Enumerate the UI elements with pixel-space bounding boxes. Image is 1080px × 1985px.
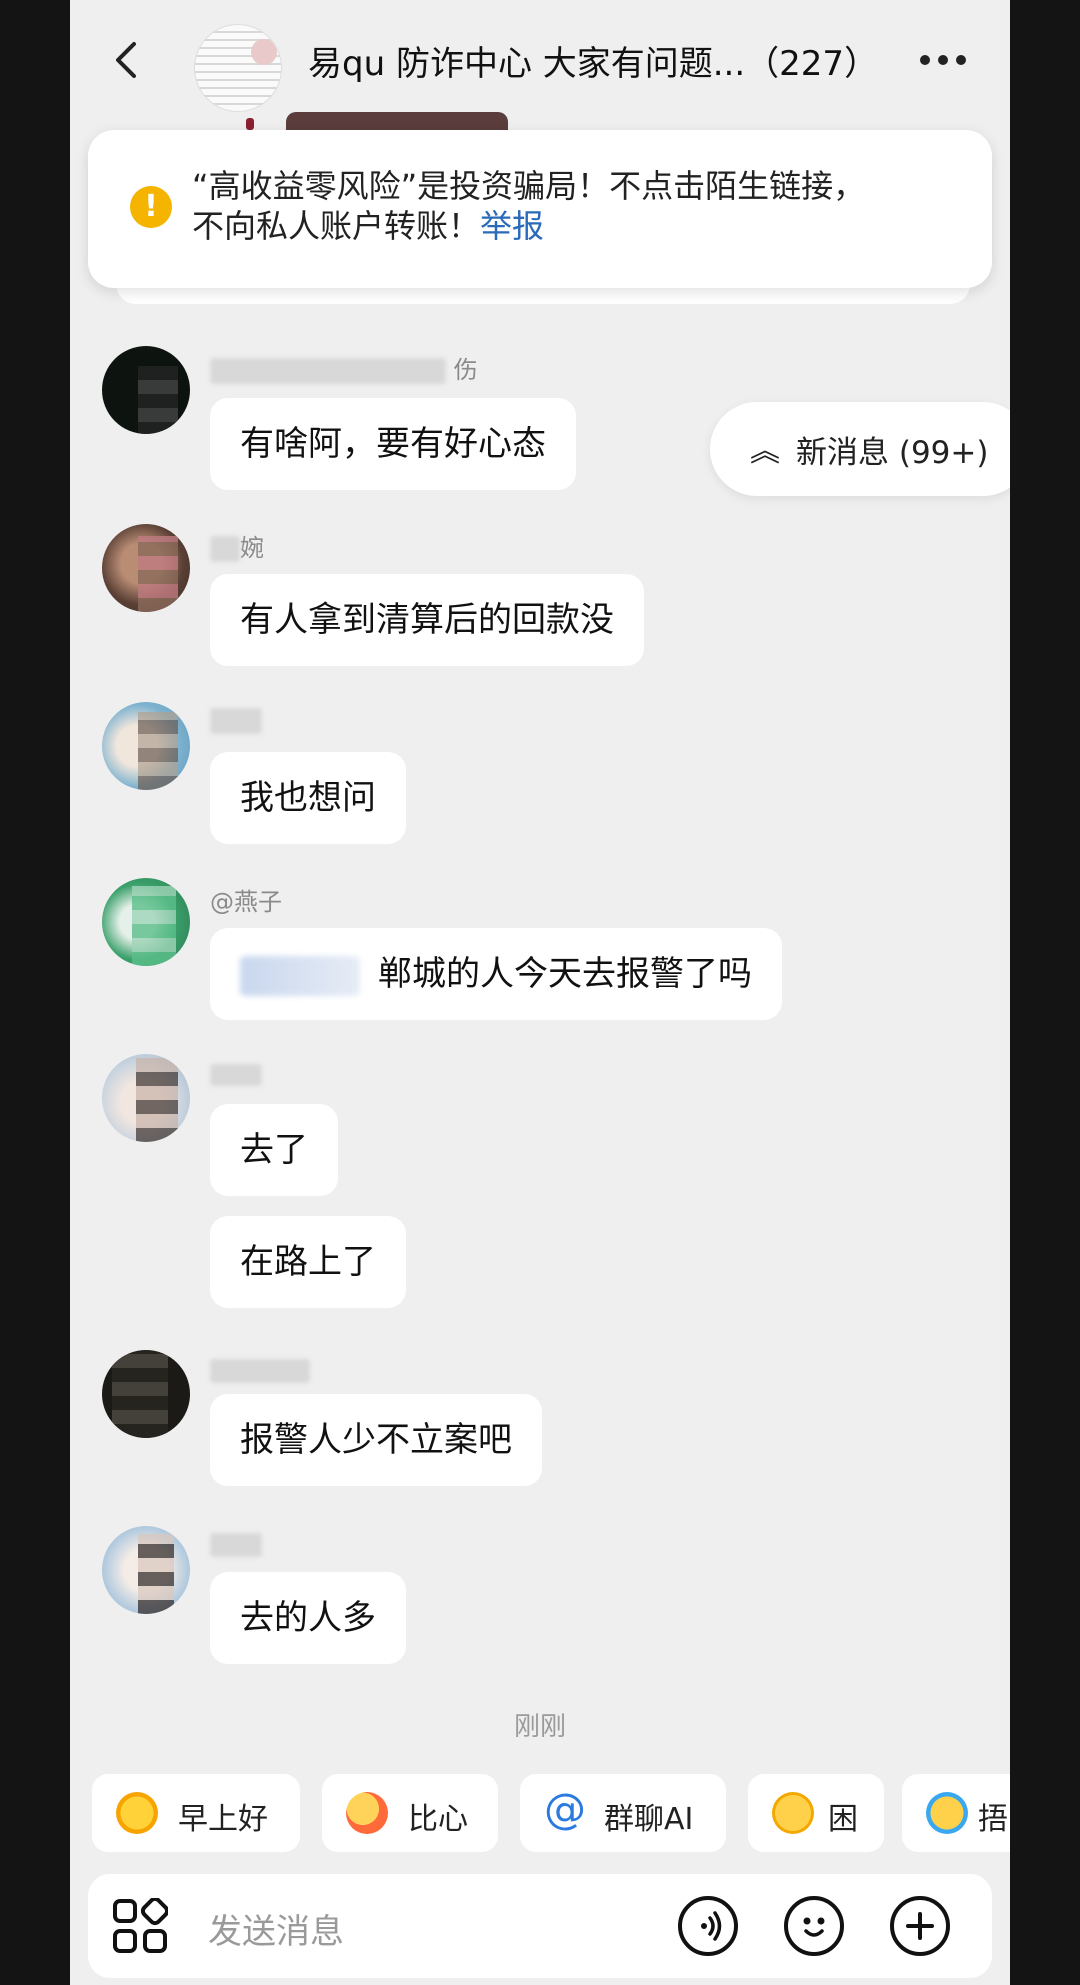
- at-icon: @: [544, 1784, 586, 1833]
- quick-reply-label: 群聊AI: [604, 1802, 694, 1837]
- sender-name: 婉: [210, 528, 264, 563]
- quick-reply-good-morning[interactable]: 早上好: [92, 1774, 300, 1852]
- quick-reply-heart[interactable]: 比心: [322, 1774, 498, 1852]
- apps-grid-icon[interactable]: [112, 1898, 168, 1954]
- message-bubble[interactable]: 我也想问: [210, 752, 406, 844]
- mention-tag[interactable]: [240, 955, 360, 996]
- message-bubble[interactable]: 去了: [210, 1104, 338, 1196]
- sender-name: @燕子: [210, 888, 282, 916]
- pinned-image-dot: [246, 118, 254, 130]
- new-messages-label: 新消息 (99+): [796, 435, 989, 471]
- more-options-icon[interactable]: [920, 50, 980, 70]
- avatar[interactable]: [102, 878, 190, 966]
- laugh-cry-emoji-icon: [926, 1792, 968, 1834]
- message-bubble[interactable]: 在路上了: [210, 1216, 406, 1308]
- timestamp: 刚刚: [513, 1712, 566, 1742]
- quick-reply-label: 早上好: [178, 1802, 268, 1837]
- warning-line-2: 不向私人账户转账！: [192, 207, 481, 245]
- avatar[interactable]: [102, 1350, 190, 1438]
- avatar[interactable]: [102, 1054, 190, 1142]
- quick-reply-sleepy[interactable]: 困: [748, 1774, 884, 1852]
- warning-icon: !: [130, 186, 172, 228]
- group-title[interactable]: 易qu 防诈中心 大家有问题...（227）: [308, 36, 878, 85]
- warning-line-1: “高收益零风险”是投资骗局！不点击陌生链接，: [192, 167, 866, 205]
- voice-icon[interactable]: [678, 1896, 738, 1956]
- message-bubble[interactable]: 报警人少不立案吧: [210, 1394, 542, 1486]
- group-avatar[interactable]: [194, 24, 282, 112]
- sleepy-emoji-icon: [772, 1792, 814, 1834]
- emoji-face-icon[interactable]: [784, 1896, 844, 1956]
- message-input-bar: 发送消息: [88, 1874, 992, 1978]
- sender-name: [210, 1356, 310, 1384]
- heart-hand-emoji-icon: [346, 1792, 388, 1834]
- avatar[interactable]: [102, 346, 190, 434]
- avatar[interactable]: [102, 1526, 190, 1614]
- message-input[interactable]: 发送消息: [208, 1904, 344, 1953]
- double-chevron-up-icon: ︽: [750, 434, 780, 469]
- sender-name: [210, 706, 262, 734]
- fraud-warning-banner: ! “高收益零风险”是投资骗局！不点击陌生链接， 不向私人账户转账！举报: [88, 130, 992, 288]
- quick-reply-label: 比心: [408, 1802, 468, 1837]
- report-link[interactable]: 举报: [480, 207, 544, 245]
- sender-name: [210, 1060, 262, 1088]
- chat-screen: 易qu 防诈中心 大家有问题...（227） ! “高收益零风险”是投资骗局！不…: [70, 0, 1010, 1985]
- plus-icon[interactable]: [890, 1896, 950, 1956]
- back-arrow-icon[interactable]: [108, 40, 148, 80]
- message-bubble[interactable]: 有啥阿，要有好心态: [210, 398, 576, 490]
- sender-name: [210, 1530, 262, 1558]
- new-messages-button[interactable]: ︽ 新消息 (99+): [710, 402, 1010, 496]
- avatar[interactable]: [102, 524, 190, 612]
- quick-reply-label: 困: [828, 1802, 858, 1837]
- sender-name: 伤: [210, 350, 478, 385]
- message-bubble[interactable]: 去的人多: [210, 1572, 406, 1664]
- quick-reply-group-ai[interactable]: @ 群聊AI: [520, 1774, 726, 1852]
- avatar[interactable]: [102, 702, 190, 790]
- message-bubble[interactable]: 有人拿到清算后的回款没: [210, 574, 644, 666]
- quick-reply-laugh[interactable]: 捂: [902, 1774, 1010, 1852]
- quick-reply-label: 捂: [978, 1802, 1008, 1837]
- sun-emoji-icon: [116, 1792, 158, 1834]
- warning-text: “高收益零风险”是投资骗局！不点击陌生链接， 不向私人账户转账！举报: [192, 166, 865, 246]
- message-bubble[interactable]: 郸城的人今天去报警了吗: [210, 928, 782, 1020]
- chat-header: 易qu 防诈中心 大家有问题...（227）: [70, 0, 1010, 120]
